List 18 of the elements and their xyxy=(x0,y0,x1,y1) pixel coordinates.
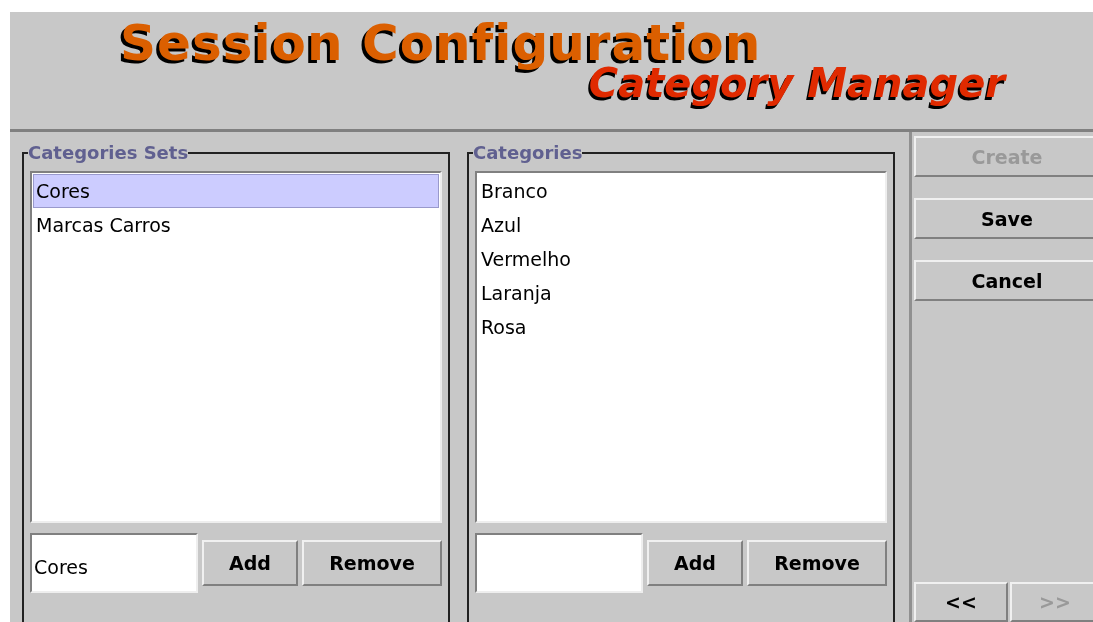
action-button[interactable]: Save xyxy=(914,198,1093,239)
list-item[interactable]: Azul xyxy=(478,208,884,242)
list-item[interactable]: Cores xyxy=(33,174,439,208)
group-title: Categories Sets xyxy=(28,142,189,163)
list-item[interactable]: Marcas Carros xyxy=(33,208,439,242)
input-field[interactable]: Cores xyxy=(30,533,198,593)
list-item[interactable]: Branco xyxy=(478,174,884,208)
remove-button[interactable]: Remove xyxy=(302,540,442,586)
list-item[interactable]: Vermelho xyxy=(478,242,884,276)
previous-button[interactable]: << xyxy=(914,582,1008,622)
group-title: Categories xyxy=(473,142,583,163)
list-item[interactable]: Laranja xyxy=(478,276,884,310)
add-button[interactable]: Add xyxy=(202,540,298,586)
input-field[interactable] xyxy=(475,533,643,593)
add-button[interactable]: Add xyxy=(647,540,743,586)
remove-button[interactable]: Remove xyxy=(747,540,887,586)
action-button[interactable]: Cancel xyxy=(914,260,1093,301)
list-item[interactable]: Rosa xyxy=(478,310,884,344)
